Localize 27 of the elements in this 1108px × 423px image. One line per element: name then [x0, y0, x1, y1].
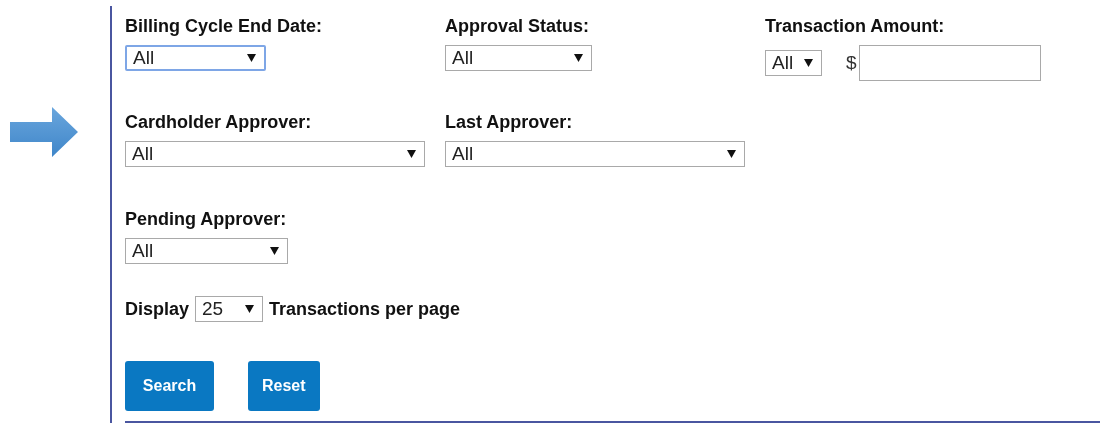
caret-icon — [574, 54, 583, 62]
field-label: Billing Cycle End Date: — [125, 16, 324, 37]
arrow-icon — [10, 107, 78, 157]
currency-symbol: $ — [846, 52, 857, 74]
amount-field[interactable] — [858, 45, 1041, 81]
search-button[interactable]: Search — [125, 361, 214, 412]
caret-icon — [804, 59, 813, 67]
field-label: Pending Approver: — [125, 208, 288, 230]
page-size-dropdown[interactable]: 25 — [195, 296, 264, 323]
reset-button[interactable]: Reset — [248, 361, 320, 412]
caret-icon — [727, 150, 736, 159]
caret-icon — [270, 246, 279, 255]
dropdown[interactable]: All — [125, 237, 288, 264]
dropdown[interactable]: All — [445, 141, 745, 168]
caret-icon — [247, 54, 256, 62]
dropdown[interactable]: All — [125, 141, 425, 168]
field-label: Transaction Amount: — [765, 16, 946, 37]
field-label: Cardholder Approver: — [125, 112, 313, 134]
field-label: Last Approver: — [445, 112, 574, 134]
display-label: Display — [125, 298, 190, 320]
display-suffix: Transactions per page — [269, 298, 461, 320]
field-label: Approval Status: — [445, 16, 591, 37]
dropdown[interactable]: All — [445, 45, 592, 71]
caret-icon — [407, 150, 416, 159]
dropdown[interactable]: All — [765, 50, 822, 76]
dropdown[interactable]: All — [125, 45, 266, 71]
caret-icon — [245, 305, 255, 314]
